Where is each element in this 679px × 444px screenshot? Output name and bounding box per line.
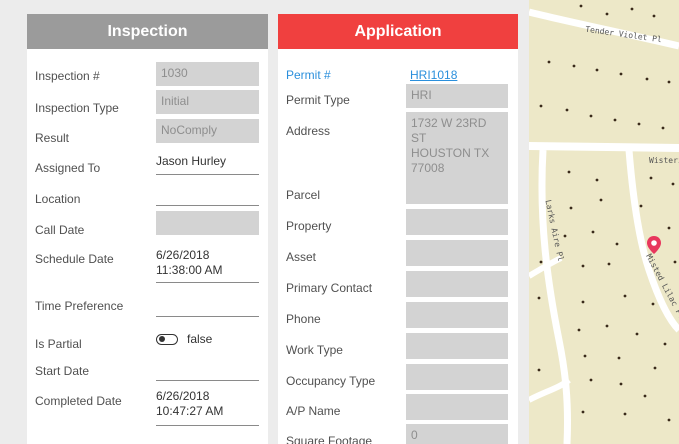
result-field[interactable]: NoComply: [156, 119, 259, 143]
address-field[interactable]: 1732 W 23RD ST HOUSTON TX 77008: [406, 112, 508, 184]
ap-name-label: A/P Name: [286, 404, 341, 418]
property-field[interactable]: [406, 209, 508, 235]
completed-date-time: 10:47:27 AM: [156, 404, 224, 418]
assigned-to-field[interactable]: Jason Hurley: [156, 154, 259, 175]
address-line-2: HOUSTON TX: [411, 146, 490, 160]
completed-date-date: 6/26/2018: [156, 389, 210, 403]
phone-field[interactable]: [406, 302, 508, 328]
call-date-label: Call Date: [35, 223, 85, 237]
occupancy-type-label: Occupancy Type: [286, 374, 376, 388]
square-footage-field[interactable]: 0: [406, 424, 508, 444]
schedule-date-date: 6/26/2018: [156, 248, 210, 262]
inspection-header: Inspection: [27, 14, 268, 49]
square-footage-label: Square Footage: [286, 434, 373, 444]
asset-label: Asset: [286, 250, 317, 264]
primary-contact-field[interactable]: [406, 271, 508, 297]
completed-date-label: Completed Date: [35, 394, 122, 408]
result-label: Result: [35, 131, 70, 145]
address-label: Address: [286, 124, 331, 138]
start-date-field[interactable]: [156, 364, 259, 381]
schedule-date-field[interactable]: 6/26/2018 11:38:00 AM: [156, 248, 259, 283]
schedule-date-time: 11:38:00 AM: [156, 263, 223, 277]
permit-number-link[interactable]: HRI1018: [410, 68, 457, 83]
assigned-to-label: Assigned To: [35, 161, 101, 175]
application-header: Application: [278, 14, 518, 49]
address-line-1: 1732 W 23RD ST: [411, 116, 487, 145]
completed-date-field[interactable]: 6/26/2018 10:47:27 AM: [156, 389, 259, 426]
is-partial-value: false: [187, 332, 213, 346]
asset-field[interactable]: [406, 240, 508, 266]
time-preference-field[interactable]: [156, 296, 259, 317]
call-date-field[interactable]: [156, 211, 259, 235]
is-partial-label: Is Partial: [35, 337, 82, 351]
map-view[interactable]: Tender Violet Pl Wisteri Larks Aire Pl M…: [529, 0, 679, 444]
permit-type-label: Permit Type: [286, 93, 350, 107]
inspection-number-field[interactable]: 1030: [156, 62, 259, 86]
address-line-3: 77008: [411, 161, 445, 175]
street-label-wisteria: Wisteri: [649, 156, 679, 165]
primary-contact-label: Primary Contact: [286, 281, 373, 295]
inspection-type-field[interactable]: Initial: [156, 90, 259, 114]
ap-name-field[interactable]: [406, 394, 508, 420]
location-pin-icon[interactable]: [647, 236, 661, 254]
time-preference-label: Time Preference: [35, 299, 124, 313]
work-type-label: Work Type: [286, 343, 343, 357]
phone-label: Phone: [286, 312, 321, 326]
inspection-number-label: Inspection #: [35, 69, 100, 83]
occupancy-type-field[interactable]: [406, 364, 508, 390]
inspection-type-label: Inspection Type: [35, 101, 119, 115]
parcel-label: Parcel: [286, 188, 321, 202]
property-label: Property: [286, 219, 332, 233]
location-field[interactable]: [156, 187, 259, 206]
permit-number-label: Permit #: [286, 68, 331, 82]
location-label: Location: [35, 192, 81, 206]
parcel-field[interactable]: [406, 178, 508, 204]
application-panel: Application Permit # HRI1018 Permit Type…: [278, 14, 518, 444]
permit-type-field[interactable]: HRI: [406, 84, 508, 108]
work-type-field[interactable]: [406, 333, 508, 359]
schedule-date-label: Schedule Date: [35, 252, 114, 266]
start-date-label: Start Date: [35, 364, 90, 378]
inspection-panel: Inspection Inspection # 1030 Inspection …: [27, 14, 268, 444]
is-partial-toggle[interactable]: [156, 334, 178, 345]
